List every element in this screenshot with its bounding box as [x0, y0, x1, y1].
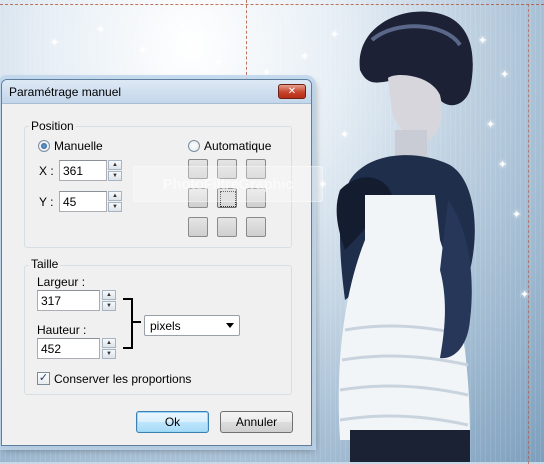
sparkle: ✦ [50, 37, 60, 49]
proportion-bracket-tick [133, 321, 141, 323]
spin-down-icon[interactable]: ▼ [108, 171, 122, 181]
spin-down-icon[interactable]: ▼ [102, 349, 116, 359]
radio-manual-label: Manuelle [54, 139, 103, 153]
watermark: PhotoFiltreGraphic [133, 166, 323, 202]
spin-down-icon[interactable]: ▼ [102, 301, 116, 311]
width-spinner[interactable]: ▲ ▼ [102, 290, 116, 311]
height-spinner[interactable]: ▲ ▼ [102, 338, 116, 359]
x-input[interactable]: 361 [59, 160, 107, 181]
chevron-down-icon [226, 323, 234, 328]
sparkle: ✦ [512, 209, 522, 221]
anchor-bottom-right[interactable] [246, 217, 266, 237]
spin-up-icon[interactable]: ▲ [102, 290, 116, 300]
sparkle: ✦ [340, 129, 350, 141]
radio-automatic-label: Automatique [204, 139, 272, 153]
sparkle: ✦ [486, 119, 496, 131]
sparkle: ✦ [520, 289, 530, 301]
width-label: Largeur : [37, 275, 86, 289]
radio-manual[interactable]: Manuelle [38, 139, 103, 153]
sparkle: ✦ [498, 159, 508, 171]
spin-up-icon[interactable]: ▲ [108, 191, 122, 201]
height-input[interactable]: 452 [37, 338, 100, 359]
width-input[interactable]: 317 [37, 290, 100, 311]
sparkle: ✦ [178, 21, 188, 33]
keep-proportions-checkbox[interactable]: ✓ [37, 372, 50, 385]
y-label: Y : [39, 195, 54, 209]
sparkle: ✦ [214, 57, 224, 69]
unit-select[interactable]: pixels [144, 315, 240, 336]
ok-button[interactable]: Ok [136, 411, 209, 433]
dialog-title: Paramétrage manuel [9, 85, 122, 99]
unit-select-value: pixels [150, 319, 181, 333]
manual-settings-dialog: Paramétrage manuel ✕ Position Manuelle A… [1, 79, 312, 446]
anchor-bottom-center[interactable] [217, 217, 237, 237]
proportion-bracket [123, 298, 133, 349]
height-label: Hauteur : [37, 323, 87, 337]
sparkle: ✦ [300, 51, 310, 63]
sparkle: ✦ [262, 67, 272, 79]
spin-down-icon[interactable]: ▼ [108, 202, 122, 212]
sparkle: ✦ [478, 35, 488, 47]
y-input[interactable]: 45 [59, 191, 107, 212]
spin-up-icon[interactable]: ▲ [102, 338, 116, 348]
radio-automatic-indicator [188, 140, 200, 152]
cancel-button[interactable]: Annuler [220, 411, 293, 433]
sparkle: ✦ [138, 45, 148, 57]
size-group-label: Taille [29, 257, 61, 271]
radio-automatic[interactable]: Automatique [188, 139, 271, 153]
spin-up-icon[interactable]: ▲ [108, 160, 122, 170]
position-group-label: Position [29, 119, 76, 133]
y-spinner[interactable]: ▲ ▼ [108, 191, 122, 212]
keep-proportions-label[interactable]: Conserver les proportions [54, 372, 191, 386]
x-label: X : [39, 164, 54, 178]
x-spinner[interactable]: ▲ ▼ [108, 160, 122, 181]
anchor-bottom-left[interactable] [188, 217, 208, 237]
checkmark-icon: ✓ [38, 372, 49, 384]
sparkle: ✦ [96, 24, 106, 36]
dialog-titlebar[interactable]: Paramétrage manuel ✕ [2, 80, 311, 104]
close-icon: ✕ [287, 86, 297, 97]
photo-base [350, 430, 470, 462]
sparkle: ✦ [500, 69, 510, 81]
close-button[interactable]: ✕ [278, 84, 306, 99]
sparkle: ✦ [330, 29, 340, 41]
radio-manual-indicator [38, 140, 50, 152]
